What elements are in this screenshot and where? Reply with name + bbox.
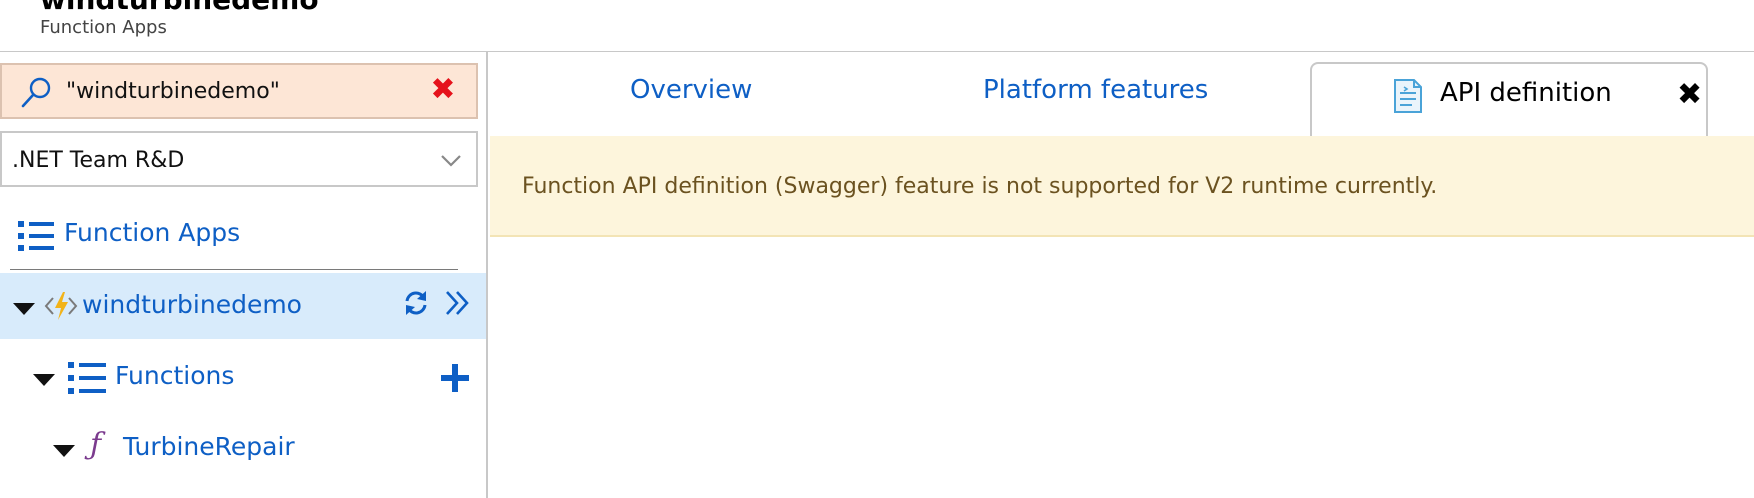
tab-platform-features-label: Platform features	[983, 75, 1209, 105]
tree-item-app[interactable]: windturbinedemo	[0, 273, 486, 339]
chevron-down-icon	[441, 155, 461, 167]
search-box[interactable]: "windturbinedemo" ✖	[0, 63, 478, 119]
function-icon: ƒ	[90, 427, 102, 462]
caret-down-icon[interactable]	[53, 445, 75, 457]
page-subtitle: Function Apps	[40, 17, 167, 38]
subscription-value: .NET Team R&D	[12, 148, 185, 173]
caret-down-icon[interactable]	[13, 303, 35, 315]
tab-api-definition-label: API definition	[1440, 78, 1612, 108]
tab-api-definition[interactable]: API definition ✖	[1310, 62, 1708, 138]
close-icon[interactable]: ✖	[428, 73, 458, 107]
function-apps-link[interactable]: Function Apps	[0, 202, 486, 268]
caret-down-icon[interactable]	[33, 374, 55, 386]
tree-item-functions[interactable]: Functions	[0, 344, 486, 410]
divider	[10, 269, 458, 270]
plus-icon[interactable]	[440, 363, 470, 393]
warning-banner: Function API definition (Swagger) featur…	[490, 136, 1754, 237]
page-title: windturbinedemo	[40, 0, 319, 16]
blade-header: windturbinedemo Function Apps	[0, 0, 1754, 52]
tree-item-app-label: windturbinedemo	[82, 290, 302, 319]
search-input[interactable]: "windturbinedemo"	[66, 79, 280, 104]
warning-message: Function API definition (Swagger) featur…	[522, 174, 1438, 199]
sidebar: "windturbinedemo" ✖ .NET Team R&D Functi…	[0, 52, 488, 498]
tree-item-functions-label: Functions	[115, 361, 235, 390]
function-app-icon	[44, 292, 78, 320]
function-apps-label: Function Apps	[64, 218, 241, 247]
subscription-select[interactable]: .NET Team R&D	[0, 131, 478, 187]
main-panel: Overview Platform features API definitio…	[490, 52, 1754, 498]
tab-overview-label: Overview	[630, 75, 753, 105]
double-chevron-right-icon[interactable]	[444, 288, 472, 318]
refresh-icon[interactable]	[402, 289, 430, 317]
list-icon	[68, 362, 106, 394]
list-icon	[18, 221, 54, 251]
tree-item-function-label: TurbineRepair	[123, 432, 295, 461]
tree-item-function[interactable]: ƒ TurbineRepair	[0, 415, 486, 481]
close-icon[interactable]: ✖	[1677, 76, 1702, 114]
api-document-icon	[1394, 79, 1422, 113]
search-icon	[21, 77, 51, 108]
